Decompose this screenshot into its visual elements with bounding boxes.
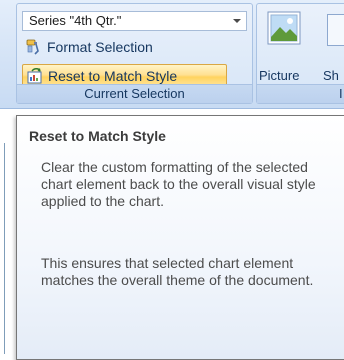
format-brush-icon: [25, 38, 43, 56]
reset-to-match-style-label: Reset to Match Style: [48, 68, 178, 84]
format-selection-label: Format Selection: [47, 39, 153, 55]
reset-style-icon: [26, 67, 44, 85]
insert-group-label-text: I: [339, 86, 343, 101]
insert-group: Picture Sh I: [256, 3, 344, 104]
series-select-value: Series "4th Qtr.": [29, 13, 122, 28]
chevron-down-icon[interactable]: [233, 19, 241, 23]
current-selection-group-label: Current Selection: [17, 84, 252, 103]
ribbon: Series "4th Qtr." Format Selection Reset…: [0, 0, 344, 109]
document-edge: [4, 143, 5, 354]
insert-group-label: I: [257, 84, 344, 103]
tooltip-description: Clear the custom formatting of the selec…: [41, 159, 316, 209]
format-selection-button[interactable]: Format Selection: [22, 35, 222, 59]
picture-icon[interactable]: [267, 11, 301, 48]
current-selection-group: Series "4th Qtr." Format Selection Reset…: [16, 3, 253, 104]
shapes-label[interactable]: Sh: [323, 68, 339, 83]
series-select[interactable]: Series "4th Qtr.": [22, 11, 247, 31]
tooltip: Reset to Match Style Clear the custom fo…: [16, 115, 344, 360]
picture-label[interactable]: Picture: [259, 68, 299, 83]
shapes-icon[interactable]: [327, 14, 344, 46]
tooltip-note: This ensures that selected chart element…: [41, 255, 314, 288]
tooltip-title: Reset to Match Style: [29, 128, 166, 144]
